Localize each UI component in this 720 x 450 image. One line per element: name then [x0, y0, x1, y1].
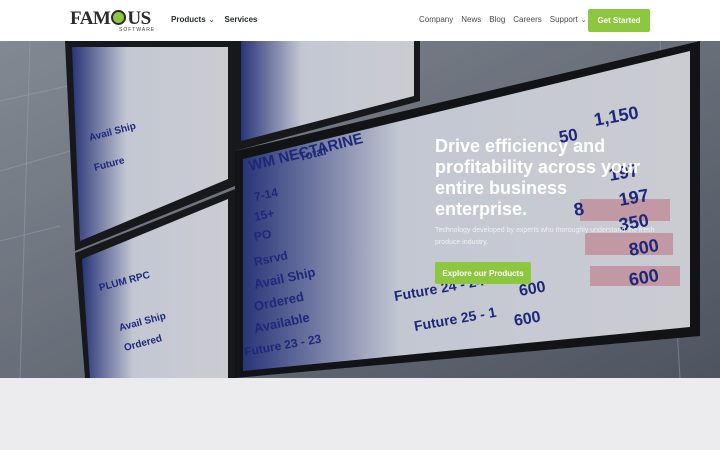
hero-subtitle: Technology developed by experts who thor… [435, 227, 655, 246]
content-area [0, 378, 720, 450]
famous-software-logo[interactable]: FAM US SOFTWARE [70, 8, 156, 34]
get-started-button[interactable]: Get Started [588, 9, 650, 32]
nav-services[interactable]: Services [225, 15, 258, 24]
nav-careers[interactable]: Careers [513, 15, 541, 24]
secondary-nav: Company News Blog Careers Support ⌄ [419, 15, 587, 24]
hero-section: WM NECTARINE Total 7-14 15+ PO Rsrvd Ava… [0, 41, 720, 378]
nav-company[interactable]: Company [419, 15, 453, 24]
nav-news[interactable]: News [461, 15, 481, 24]
nav-blog[interactable]: Blog [489, 15, 505, 24]
hero-text-block: Drive efficiency and profitability acros… [435, 136, 660, 249]
logo-subtitle: SOFTWARE [119, 27, 156, 33]
nav-products[interactable]: Products ⌄ [171, 15, 215, 24]
explore-products-button[interactable]: Explore our Products [435, 262, 531, 284]
chevron-down-icon: ⌄ [208, 17, 215, 24]
hero-title: Drive efficiency and profitability acros… [435, 136, 641, 219]
primary-nav: Products ⌄ Services [171, 15, 257, 24]
nav-support[interactable]: Support ⌄ [550, 15, 587, 24]
leaf-icon [111, 10, 127, 25]
chevron-down-icon: ⌄ [580, 17, 587, 24]
site-header: FAM US SOFTWARE Products ⌄ Services Compan… [0, 0, 720, 41]
